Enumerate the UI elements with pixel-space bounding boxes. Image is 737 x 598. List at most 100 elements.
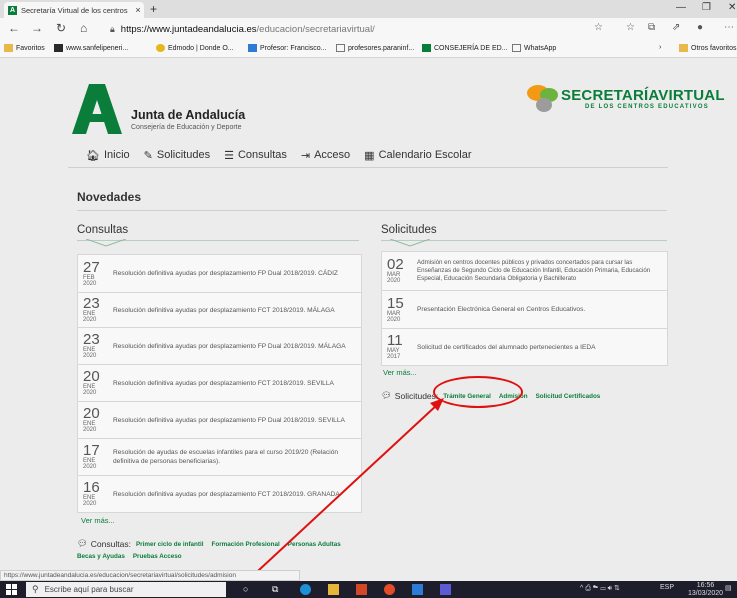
item-text[interactable]: Resolución definitiva ayudas por desplaz… xyxy=(113,490,346,499)
new-tab-icon[interactable]: + xyxy=(150,2,157,16)
site-icon xyxy=(248,44,257,52)
url-field[interactable]: 🔒︎ https://www.juntadeandalucia.es /educ… xyxy=(110,21,460,37)
link-becas-ayudas[interactable]: Becas y Ayudas xyxy=(77,553,125,560)
taskbar-search-input[interactable]: ⚲ Escribe aquí para buscar xyxy=(26,582,226,597)
browser-tab[interactable]: A Secretaría Virtual de los centros × xyxy=(4,2,144,18)
refresh-icon[interactable]: ↻ xyxy=(56,21,66,35)
close-window-icon[interactable]: ✕ xyxy=(728,2,736,13)
system-tray-icons[interactable]: ^ ⎙ ☁ ▭ 🔊︎ ⇅ xyxy=(580,584,620,593)
edge-icon[interactable] xyxy=(300,584,311,595)
bookmark-otros-favoritos[interactable]: Otros favoritos xyxy=(679,44,737,52)
link-primer-ciclo[interactable]: Primer ciclo de infantil xyxy=(136,541,204,548)
windows-start-icon[interactable] xyxy=(6,584,17,595)
comments-icon: 💬︎ xyxy=(381,390,392,400)
consultas-heading: Consultas xyxy=(77,224,129,236)
collections-icon[interactable]: ⧉ xyxy=(648,22,655,33)
chevron-down-icon xyxy=(86,239,126,247)
date-badge: 17 ENE 2020 xyxy=(83,442,100,470)
secretaria-virtual-subtitle: DE LOS CENTROS EDUCATIVOS xyxy=(585,104,709,110)
list-item[interactable]: 23 ENE 2020 Resolución definitiva ayudas… xyxy=(78,293,361,328)
file-explorer-icon[interactable] xyxy=(328,584,339,595)
profile-avatar-icon[interactable]: ● xyxy=(697,22,703,33)
maximize-icon[interactable]: ❐ xyxy=(702,2,711,13)
menu-item-solicitudes[interactable]: ✎ Solicitudes xyxy=(144,149,210,162)
link-personas-adultas[interactable]: Personas Adultas xyxy=(288,541,341,548)
bookmark-paraninfo[interactable]: profesores.paraninf... xyxy=(336,44,414,52)
main-menu: 🏠︎ Inicio ✎ Solicitudes ☰ Consultas ⇥ Ac… xyxy=(86,146,486,164)
menu-item-acceso[interactable]: ⇥ Acceso xyxy=(301,149,350,162)
novedades-heading: Novedades xyxy=(77,190,142,204)
url-host: https://www.juntadeandalucia.es xyxy=(120,23,257,35)
list-item[interactable]: 27 FEB 2020 Resolución definitiva ayudas… xyxy=(78,255,361,293)
item-text[interactable]: Resolución definitiva ayudas por desplaz… xyxy=(113,342,352,351)
list-item[interactable]: 20 ENE 2020 Resolución definitiva ayudas… xyxy=(78,402,361,439)
item-text[interactable]: Resolución definitiva ayudas por desplaz… xyxy=(113,379,340,388)
status-bar-url: https://www.juntadeandalucia.es/educacio… xyxy=(0,570,300,581)
junta-logo-icon[interactable] xyxy=(72,84,122,134)
mail-icon[interactable] xyxy=(412,584,423,595)
notifications-icon[interactable]: ▤ xyxy=(725,584,732,592)
favorites-list-icon[interactable]: ☆ xyxy=(626,22,635,33)
solicitudes-links-label: Solicitudes: xyxy=(394,390,439,401)
app-icon[interactable] xyxy=(440,584,451,595)
consultas-ver-mas-link[interactable]: Ver más... xyxy=(81,516,115,525)
item-text[interactable]: Resolución definitiva ayudas por desplaz… xyxy=(113,269,344,278)
back-icon[interactable]: ← xyxy=(8,21,20,35)
list-item[interactable]: 17 ENE 2020 Resolución de ayudas de escu… xyxy=(78,439,361,476)
menu-item-inicio[interactable]: 🏠︎ Inicio xyxy=(86,149,130,162)
list-item[interactable]: 11 MAY 2017 Solicitud de certificados de… xyxy=(382,329,667,365)
powerpoint-icon[interactable] xyxy=(356,584,367,595)
address-bar: ← → ↻ ⌂ 🔒︎ https://www.juntadeandalucia.… xyxy=(0,18,737,40)
list-item[interactable]: 20 ENE 2020 Resolución definitiva ayudas… xyxy=(78,365,361,402)
item-text[interactable]: Resolución definitiva ayudas por desplaz… xyxy=(113,416,351,425)
home-icon[interactable]: ⌂ xyxy=(80,21,87,35)
home-icon: 🏠︎ xyxy=(86,149,100,162)
list-item[interactable]: 15 MAR 2020 Presentación Electrónica Gen… xyxy=(382,291,667,329)
menu-item-calendario[interactable]: ▦ Calendario Escolar xyxy=(364,149,471,162)
junta-icon xyxy=(422,44,431,52)
item-text[interactable]: Admisión en centros docentes públicos y … xyxy=(417,259,667,284)
list-item[interactable]: 02 MAR 2020 Admisión en centros docentes… xyxy=(382,252,667,291)
consultas-links-label: Consultas: xyxy=(90,538,131,549)
pencil-icon: ✎ xyxy=(143,149,153,162)
taskbar-clock[interactable]: 16:56 13/03/2020 xyxy=(688,582,723,598)
favorite-star-icon[interactable]: ☆ xyxy=(594,22,603,33)
folder-icon xyxy=(679,44,688,52)
minimize-icon[interactable]: — xyxy=(676,2,686,13)
link-solicitud-certificados[interactable]: Solicitud Certificados xyxy=(536,393,601,400)
share-icon[interactable]: ⇗ xyxy=(672,22,680,33)
link-pruebas-acceso[interactable]: Pruebas Acceso xyxy=(133,553,182,560)
cortana-icon[interactable]: ○ xyxy=(243,584,254,595)
bookmark-profesor[interactable]: Profesor: Francisco... xyxy=(248,44,327,52)
solicitudes-ver-mas-link[interactable]: Ver más... xyxy=(383,368,417,377)
comments-icon: 💬︎ xyxy=(77,538,88,548)
bookmark-whatsapp[interactable]: WhatsApp xyxy=(512,44,556,52)
bookmark-sanfelipeneri[interactable]: www.sanfelipeneri... xyxy=(54,44,128,52)
list-item[interactable]: 16 ENE 2020 Resolución definitiva ayudas… xyxy=(78,476,361,512)
forward-icon[interactable]: → xyxy=(31,21,43,35)
item-text[interactable]: Solicitud de certificados del alumnado p… xyxy=(417,343,602,352)
folder-icon xyxy=(4,44,13,52)
date-badge: 23 ENE 2020 xyxy=(83,331,100,359)
bookmark-favoritos[interactable]: Favoritos xyxy=(4,44,45,52)
language-indicator[interactable]: ESP xyxy=(660,584,674,591)
item-text[interactable]: Presentación Electrónica General en Cent… xyxy=(417,305,591,314)
date-badge: 20 ENE 2020 xyxy=(83,405,100,433)
url-path: /educacion/secretariavirtual/ xyxy=(256,23,375,35)
secretaria-virtual-title: SECRETARÍAVIRTUAL xyxy=(561,87,725,104)
date-badge: 15 MAR 2020 xyxy=(387,294,404,323)
chrome-icon[interactable] xyxy=(384,584,395,595)
item-text[interactable]: Resolución de ayudas de escuelas infanti… xyxy=(113,448,361,466)
bookmarks-overflow-chevron-icon[interactable]: › xyxy=(659,44,661,51)
task-view-icon[interactable]: ⧉ xyxy=(272,584,283,595)
bookmark-consejeria[interactable]: CONSEJERÍA DE ED... xyxy=(422,44,508,52)
menu-item-consultas[interactable]: ☰ Consultas xyxy=(224,149,287,162)
bookmark-edmodo[interactable]: Edmodo | Donde O... xyxy=(156,44,234,52)
list-item[interactable]: 23 ENE 2020 Resolución definitiva ayudas… xyxy=(78,328,361,365)
more-menu-icon[interactable]: ⋯ xyxy=(724,22,734,33)
link-formacion-profesional[interactable]: Formación Profesional xyxy=(212,541,280,548)
close-tab-icon[interactable]: × xyxy=(132,5,144,15)
solicitudes-heading: Solicitudes xyxy=(381,224,437,236)
item-text[interactable]: Resolución definitiva ayudas por desplaz… xyxy=(113,306,341,315)
site-icon xyxy=(54,44,63,52)
